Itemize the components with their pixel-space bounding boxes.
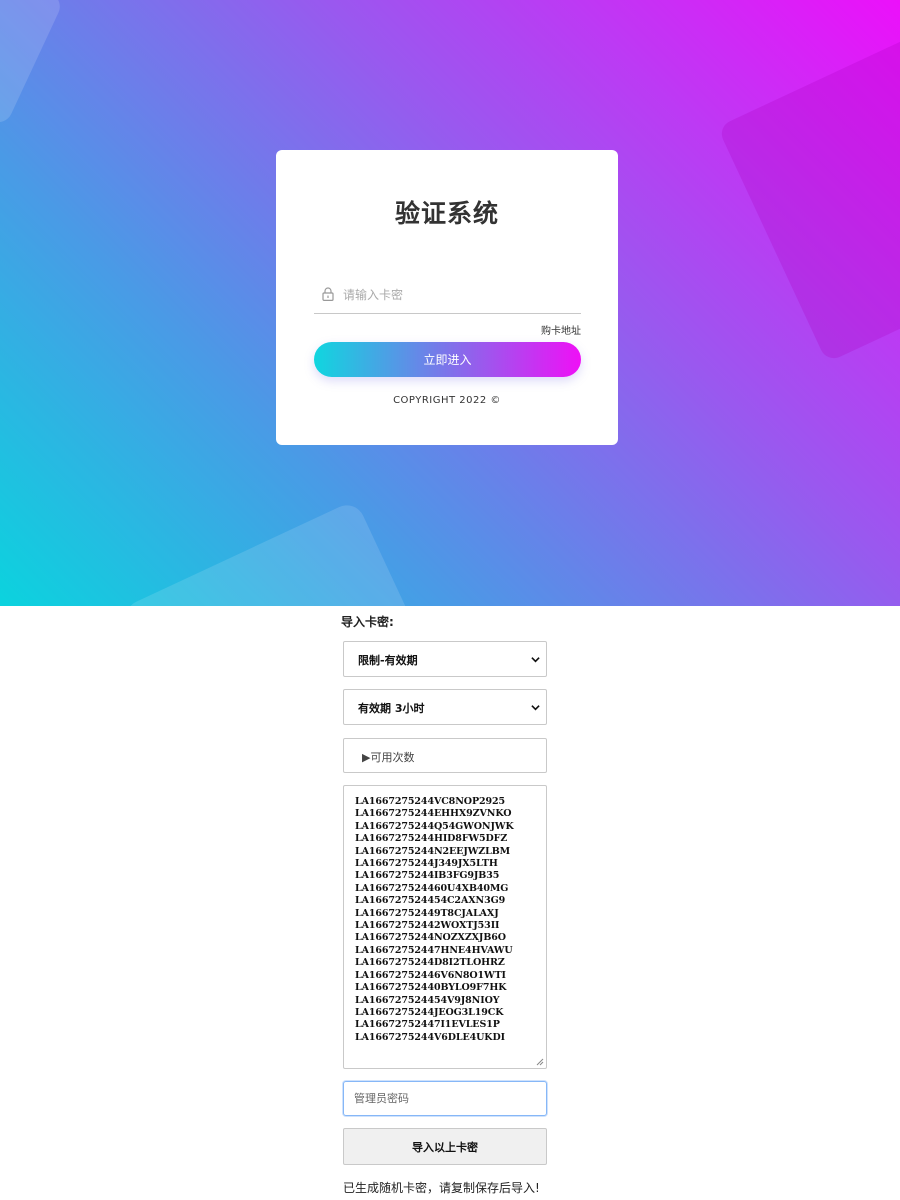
code-line: LA1667275244VC8NOP2925 [355,796,506,807]
chevron-down-icon [531,657,540,663]
uses-count-label: ▶可用次数 [362,751,415,764]
code-line: LA166727524454C2AXN3G9 [355,895,506,907]
code-line: LA16672752447I1EVLES1P [355,1019,500,1031]
code-line: LA1667275244NOZXZXJB6O [355,932,506,944]
type-select-value: 限制-有效期 [358,654,418,667]
login-hero: 验证系统 购卡地址 立即进入 COPYRIGHT 2022 © [0,0,900,606]
code-line: LA16672752449T8CJALAXJ [355,907,499,919]
codes-textarea[interactable]: LA1667275244VC8NOP2925 LA1667275244EHHX9… [343,785,547,1069]
login-card: 验证系统 购卡地址 立即进入 COPYRIGHT 2022 © [276,150,618,445]
code-line: LA1667275244Q54GWONJWK [355,820,514,832]
code-line: LA16672752442WOXTJ53II [355,920,500,932]
copyright-text: COPYRIGHT 2022 © [393,395,501,406]
code-line: LA166727524460U4XB40MG [355,882,509,894]
code-line: LA1667275244V6DLE4UKDI [355,1031,505,1043]
code-line: LA1667275244JEOG3L19CK [355,1006,504,1018]
lock-icon [322,287,334,301]
duration-select-value: 有效期 3小时 [358,702,425,715]
code-line: LA1667275244J349JX5LTH [355,858,498,870]
admin-password-input[interactable] [343,1081,547,1116]
import-form: 导入卡密: 限制-有效期 有效期 3小时 ▶可用次数 LA1667275244V… [0,606,900,1200]
decorative-shape [119,499,441,606]
resize-handle-icon[interactable] [536,1058,544,1066]
code-line: LA16672752446V6N8O1WTI [355,969,506,981]
code-line: LA16672752440BYLO9F7HK [355,982,507,994]
enter-button[interactable]: 立即进入 [314,342,581,377]
card-password-row [314,278,581,314]
code-line: LA166727524454V9J8NIOY [355,994,500,1006]
code-line: LA16672752447HNE4HVAWU [355,944,513,956]
import-codes-button[interactable]: 导入以上卡密 [343,1128,547,1165]
generated-notice: 已生成随机卡密，请复制保存后导入! [343,1181,540,1195]
code-line: LA1667275244EHHX9ZVNKO [355,808,512,820]
codes-list: LA1667275244VC8NOP2925 LA1667275244EHHX9… [355,796,514,1044]
type-select[interactable]: 限制-有效期 [343,641,547,677]
code-line: LA1667275244D8I2TLOHRZ [355,957,505,969]
buy-card-link[interactable]: 购卡地址 [541,322,581,337]
duration-select[interactable]: 有效期 3小时 [343,689,547,725]
card-password-input[interactable] [343,284,573,306]
code-line: LA1667275244N2EEJWZLBM [355,845,511,857]
code-line: LA1667275244IB3FG9JB35 [355,870,500,882]
import-heading: 导入卡密: [341,615,394,629]
decorative-shape [0,0,65,127]
uses-count-toggle[interactable]: ▶可用次数 [343,738,547,773]
code-line: LA1667275244HID8FW5DFZ [355,833,508,845]
decorative-shape [717,17,900,363]
chevron-down-icon [531,705,540,711]
page-title: 验证系统 [394,199,499,228]
